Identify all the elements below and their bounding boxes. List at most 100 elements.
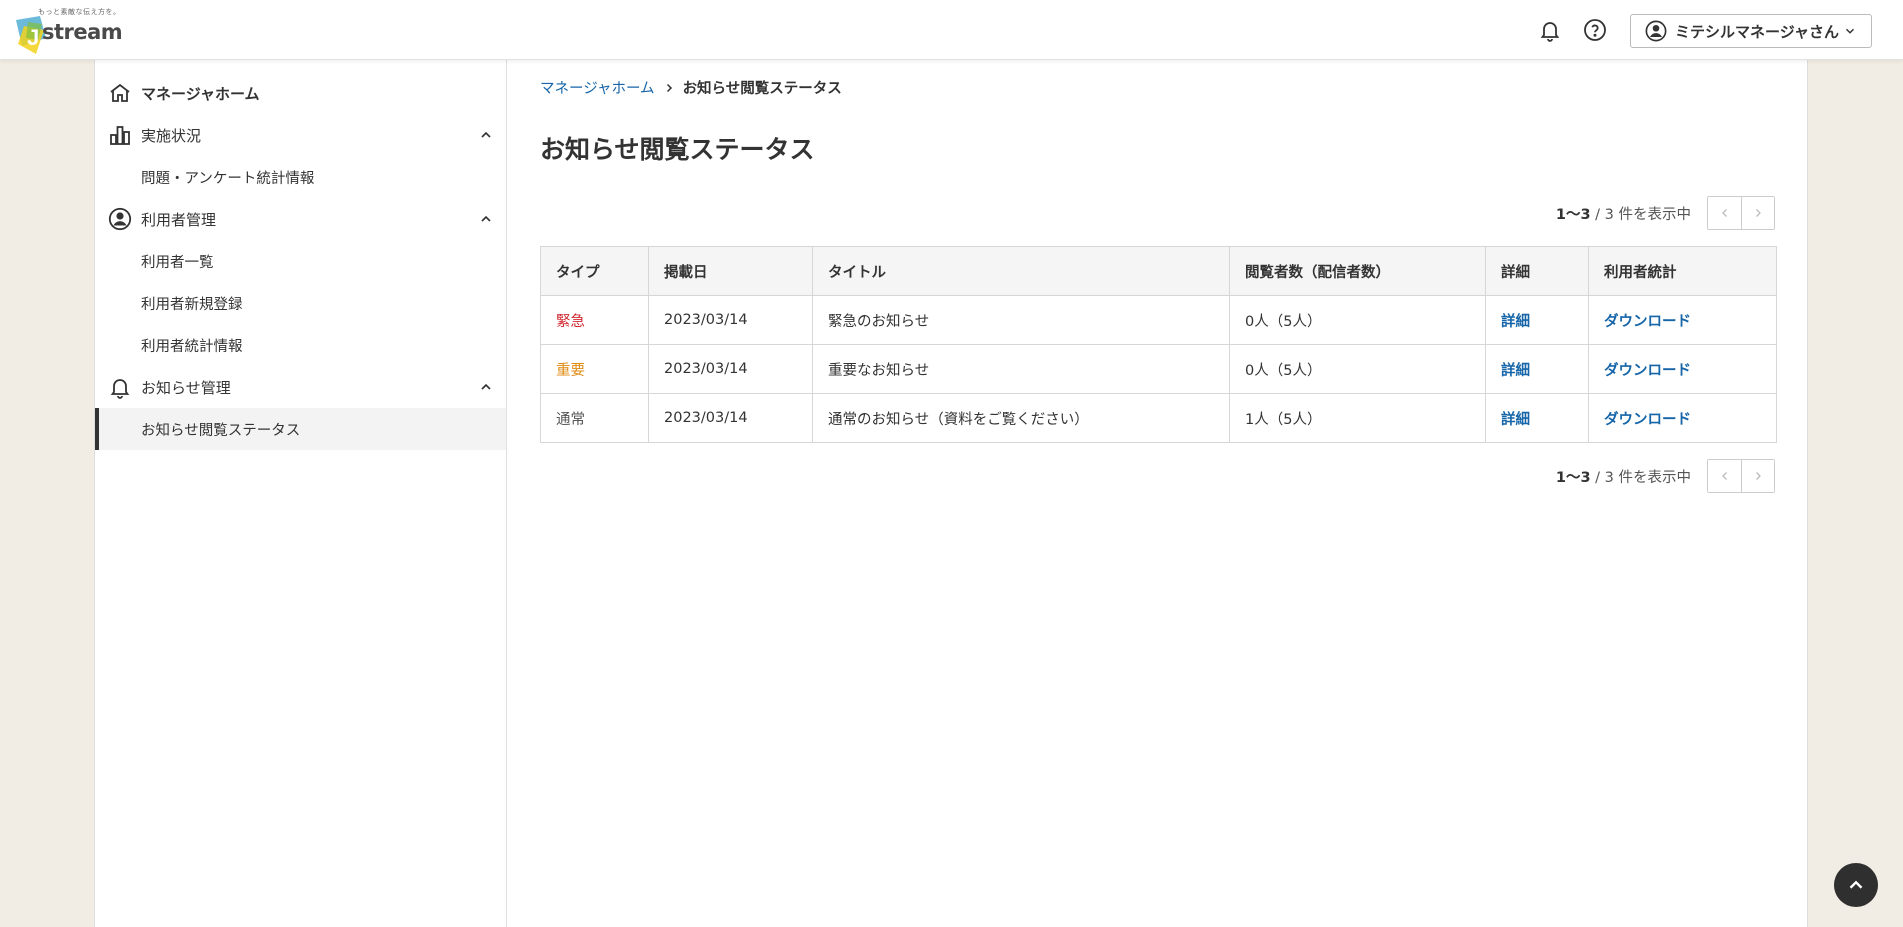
sidebar-item-manager-home[interactable]: マネージャホーム [95, 72, 506, 114]
pager-range: 1〜3 [1555, 206, 1591, 223]
cell-title: 重要なお知らせ [812, 344, 1230, 394]
arrow-up-icon [1849, 880, 1863, 889]
pager-buttons [1707, 196, 1775, 230]
table-header-row: タイプ 掲載日 タイトル 閲覧者数（配信者数） 詳細 利用者統計 [540, 246, 1777, 296]
cell-date: 2023/03/14 [648, 295, 813, 345]
content-frame: マネージャホーム 実施状況 問題・アンケート統計情報 利用者管理 利用者一覧 利… [94, 60, 1808, 927]
sidebar-section-notice-management[interactable]: お知らせ管理 [95, 366, 506, 408]
cell-date: 2023/03/14 [648, 344, 813, 394]
cell-detail: 詳細 [1485, 393, 1589, 443]
breadcrumb: マネージャホーム お知らせ閲覧ステータス [540, 77, 842, 98]
table-row: 重要 2023/03/14 重要なお知らせ 0人（5人） 詳細 ダウンロード [540, 344, 1777, 394]
pager-total: / 3 件を表示中 [1590, 469, 1691, 486]
sidebar-item-label: 利用者統計情報 [141, 338, 243, 355]
sidebar-section-implementation[interactable]: 実施状況 [95, 114, 506, 156]
chevron-right-icon [1756, 472, 1761, 480]
sidebar: マネージャホーム 実施状況 問題・アンケート統計情報 利用者管理 利用者一覧 利… [95, 60, 507, 927]
sidebar-section-label: 実施状況 [141, 126, 202, 145]
page-title: お知らせ閲覧ステータス [540, 135, 815, 164]
cell-stats: ダウンロード [1588, 393, 1777, 443]
download-link[interactable]: ダウンロード [1604, 314, 1691, 330]
cell-stats: ダウンロード [1588, 344, 1777, 394]
breadcrumb-home-link[interactable]: マネージャホーム [540, 77, 655, 98]
chevron-right-icon [663, 82, 675, 94]
chevron-down-icon [1845, 28, 1855, 34]
logo-text: stream [42, 20, 123, 44]
detail-link[interactable]: 詳細 [1501, 412, 1530, 428]
main-content: マネージャホーム お知らせ閲覧ステータス お知らせ閲覧ステータス 1〜3 / 3… [508, 60, 1807, 927]
user-circle-icon [1645, 20, 1667, 42]
chevron-up-icon [481, 131, 491, 138]
cell-stats: ダウンロード [1588, 295, 1777, 345]
sidebar-section-user-management[interactable]: 利用者管理 [95, 198, 506, 240]
notice-status-table: タイプ 掲載日 タイトル 閲覧者数（配信者数） 詳細 利用者統計 緊急 2023… [540, 246, 1777, 443]
svg-text:J: J [27, 25, 39, 50]
chevron-left-icon [1721, 209, 1727, 217]
sidebar-section-label: 利用者管理 [141, 210, 217, 229]
pager-next-button[interactable] [1741, 197, 1774, 229]
cell-detail: 詳細 [1485, 344, 1589, 394]
column-header-type: タイプ [540, 246, 649, 296]
type-badge-normal: 通常 [540, 393, 649, 443]
pager-count-text: 1〜3 / 3 件を表示中 [1556, 203, 1691, 224]
sidebar-item-question-survey-stats[interactable]: 問題・アンケート統計情報 [95, 156, 506, 198]
column-header-user-stats: 利用者統計 [1588, 246, 1777, 296]
user-menu-button[interactable]: ミテシルマネージャさん [1630, 14, 1872, 48]
chevron-left-icon [1721, 472, 1727, 480]
cell-viewers: 0人（5人） [1229, 344, 1486, 394]
detail-link[interactable]: 詳細 [1501, 314, 1530, 330]
sidebar-item-label: お知らせ閲覧ステータス [141, 422, 301, 439]
detail-link[interactable]: 詳細 [1501, 363, 1530, 379]
cell-viewers: 0人（5人） [1229, 295, 1486, 345]
help-button[interactable] [1582, 17, 1608, 43]
type-badge-urgent: 緊急 [540, 295, 649, 345]
column-header-detail: 詳細 [1485, 246, 1589, 296]
help-icon [1584, 19, 1606, 41]
table-row: 通常 2023/03/14 通常のお知らせ（資料をご覧ください） 1人（5人） … [540, 393, 1777, 443]
sidebar-item-label: 利用者新規登録 [141, 296, 243, 313]
breadcrumb-current: お知らせ閲覧ステータス [682, 81, 842, 97]
pager-range: 1〜3 [1555, 469, 1591, 486]
sidebar-item-notice-view-status[interactable]: お知らせ閲覧ステータス [95, 408, 506, 450]
column-header-viewers: 閲覧者数（配信者数） [1229, 246, 1486, 296]
sidebar-item-label: マネージャホーム [141, 84, 260, 103]
chevron-right-icon [1756, 209, 1761, 217]
cell-detail: 詳細 [1485, 295, 1589, 345]
chevron-up-icon [481, 215, 491, 222]
pager-next-button[interactable] [1741, 460, 1774, 492]
home-icon [108, 81, 132, 105]
download-link[interactable]: ダウンロード [1604, 412, 1691, 428]
sidebar-item-user-list[interactable]: 利用者一覧 [95, 240, 506, 282]
column-header-date: 掲載日 [648, 246, 813, 296]
type-badge-important: 重要 [540, 344, 649, 394]
sidebar-item-user-register[interactable]: 利用者新規登録 [95, 282, 506, 324]
jstream-logo[interactable]: もっと素敵な伝え方を。 J stream [14, 6, 124, 54]
bell-icon [1540, 22, 1560, 42]
bell-icon [108, 375, 132, 399]
pager-prev-button[interactable] [1708, 460, 1741, 492]
user-name: ミテシルマネージャさん [1675, 22, 1839, 41]
cell-date: 2023/03/14 [648, 393, 813, 443]
column-header-title: タイトル [812, 246, 1230, 296]
scroll-to-top-button[interactable] [1834, 863, 1878, 907]
notification-bell-button[interactable] [1537, 17, 1563, 43]
logo-tagline: もっと素敵な伝え方を。 [38, 8, 121, 16]
sidebar-item-label: 問題・アンケート統計情報 [141, 170, 315, 187]
pager-top: 1〜3 / 3 件を表示中 [1556, 196, 1775, 230]
pager-buttons [1707, 459, 1775, 493]
sidebar-section-label: お知らせ管理 [141, 378, 231, 397]
chart-icon [108, 123, 132, 147]
app-header: もっと素敵な伝え方を。 J stream ミテシルマネージャさん [0, 0, 1903, 60]
pager-prev-button[interactable] [1708, 197, 1741, 229]
sidebar-item-user-stats[interactable]: 利用者統計情報 [95, 324, 506, 366]
cell-title: 通常のお知らせ（資料をご覧ください） [812, 393, 1230, 443]
pager-count-text: 1〜3 / 3 件を表示中 [1556, 466, 1691, 487]
download-link[interactable]: ダウンロード [1604, 363, 1691, 379]
chevron-up-icon [481, 383, 491, 390]
table-row: 緊急 2023/03/14 緊急のお知らせ 0人（5人） 詳細 ダウンロード [540, 295, 1777, 345]
cell-title: 緊急のお知らせ [812, 295, 1230, 345]
user-circle-icon [108, 207, 132, 231]
cell-viewers: 1人（5人） [1229, 393, 1486, 443]
pager-total: / 3 件を表示中 [1590, 206, 1691, 223]
sidebar-item-label: 利用者一覧 [141, 254, 214, 271]
